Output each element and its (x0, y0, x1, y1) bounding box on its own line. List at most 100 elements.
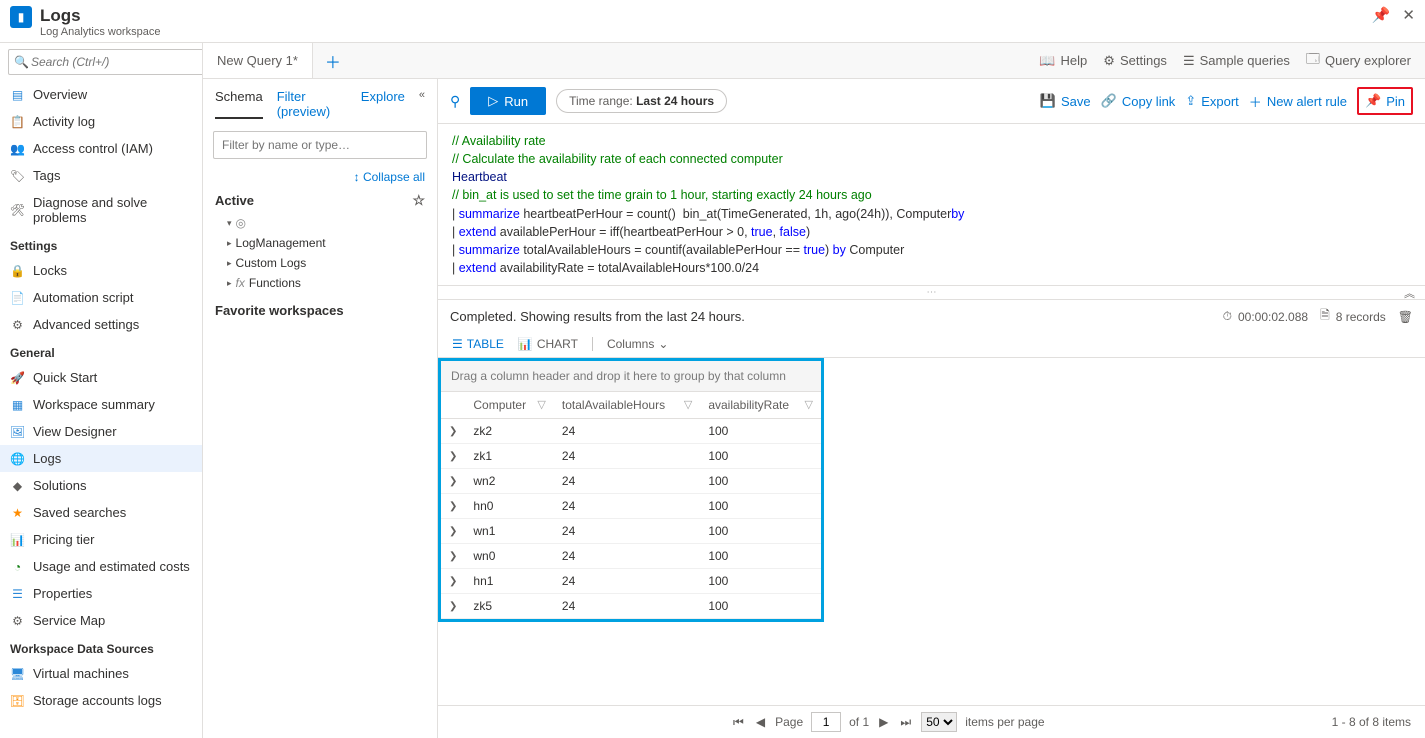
sidebar-item-label: Logs (33, 451, 61, 466)
sidebar-item-logs[interactable]: 🌐Logs (0, 445, 202, 472)
expand-row-icon[interactable]: ❯ (441, 494, 465, 519)
sidebar-item-service[interactable]: ⚙Service Map (0, 607, 202, 634)
schema-tab[interactable]: Schema (215, 89, 263, 119)
sidebar-item-overview[interactable]: ▤Overview (0, 81, 202, 108)
save-button[interactable]: 💾Save (1040, 93, 1091, 109)
sidebar-item-script[interactable]: 📄Automation script (0, 284, 202, 311)
table-row[interactable]: ❯hn024100 (441, 494, 821, 519)
table-row[interactable]: ❯zk224100 (441, 419, 821, 444)
results-separator[interactable]: ⋯︽ (438, 286, 1425, 300)
settings-button[interactable]: ⚙Settings (1103, 53, 1167, 69)
table-row[interactable]: ❯hn124100 (441, 569, 821, 594)
column-header[interactable]: totalAvailableHours▽ (554, 392, 700, 419)
schema-workspace-node[interactable]: ▾ ◎ (203, 213, 437, 233)
new-alert-rule-button[interactable]: ＋New alert rule (1249, 92, 1347, 111)
sidebar-item-lock[interactable]: 🔒Locks (0, 257, 202, 284)
column-header[interactable]: Computer▽ (465, 392, 554, 419)
expand-row-icon[interactable]: ❯ (441, 444, 465, 469)
explore-tab[interactable]: Explore (361, 89, 405, 119)
chart-view-tab[interactable]: 📊CHART (518, 337, 578, 351)
table-row[interactable]: ❯wn224100 (441, 469, 821, 494)
table-cell: 24 (554, 469, 700, 494)
sidebar-item-activity[interactable]: 📋Activity log (0, 108, 202, 135)
expand-row-icon[interactable]: ❯ (441, 469, 465, 494)
sidebar-item-quick[interactable]: 🚀 Quick Start (0, 364, 202, 391)
query-explorer-button[interactable]: 🗔Query explorer (1306, 50, 1411, 72)
table-cell: 100 (700, 569, 821, 594)
database-icon: ◎ (236, 216, 246, 230)
pin-icon: 📌 (1365, 93, 1381, 109)
schema-filter-input[interactable] (213, 131, 427, 159)
column-header[interactable]: availabilityRate▽ (700, 392, 821, 419)
query-editor[interactable]: // Availability rate // Calculate the av… (438, 124, 1425, 286)
filter-icon[interactable]: ▽ (805, 398, 813, 411)
expand-row-icon[interactable]: ❯ (441, 519, 465, 544)
expand-row-icon[interactable]: ❯ (441, 419, 465, 444)
favorite-star-icon[interactable]: ☆ (412, 192, 425, 209)
export-button[interactable]: ⇪Export (1185, 93, 1238, 109)
table-row[interactable]: ❯wn024100 (441, 544, 821, 569)
next-page-button[interactable]: ▶ (877, 715, 890, 729)
query-tab[interactable]: New Query 1* (203, 43, 313, 78)
search-icon: 🔍 (14, 55, 29, 69)
sidebar-item-ws[interactable]: ▦Workspace summary (0, 391, 202, 418)
sidebar-item-vms[interactable]: 🖥Virtual machines (0, 660, 202, 687)
sidebar-item-pricing[interactable]: 📊Pricing tier (0, 526, 202, 553)
table-row[interactable]: ❯zk524100 (441, 594, 821, 619)
collapse-schema-icon[interactable]: « (419, 89, 425, 119)
per-page-select[interactable]: 50 (921, 712, 957, 732)
table-cell: 24 (554, 519, 700, 544)
filter-toggle-icon[interactable]: ⚲ (450, 93, 460, 110)
page-input[interactable] (811, 712, 841, 732)
sidebar-item-saved[interactable]: ★Saved searches (0, 499, 202, 526)
sidebar-item-iam[interactable]: 👥Access control (IAM) (0, 135, 202, 162)
close-icon[interactable]: ✕ (1402, 6, 1415, 24)
schema-node[interactable]: ▸ LogManagement (203, 233, 437, 253)
expand-row-icon[interactable]: ❯ (441, 544, 465, 569)
sidebar-item-label: Diagnose and solve problems (33, 195, 192, 225)
delete-results-icon[interactable]: 🗑 (1398, 310, 1413, 324)
run-button[interactable]: ▷Run (470, 87, 546, 115)
expand-row-icon[interactable]: ❯ (441, 569, 465, 594)
expand-row-icon[interactable]: ❯ (441, 594, 465, 619)
results-header: Completed. Showing results from the last… (438, 300, 1425, 333)
sidebar-item-designer[interactable]: 🖼View Designer (0, 418, 202, 445)
quick-icon: 🚀 (10, 370, 25, 385)
sidebar-item-tags[interactable]: 🏷Tags (0, 162, 202, 189)
table-row[interactable]: ❯wn124100 (441, 519, 821, 544)
add-query-tab-button[interactable]: ＋ (313, 49, 353, 73)
expand-up-icon[interactable]: ︽ (1404, 285, 1415, 301)
sidebar-item-usage[interactable]: ◔Usage and estimated costs (0, 553, 202, 580)
group-by-hint[interactable]: Drag a column header and drop it here to… (441, 361, 821, 392)
schema-active-group[interactable]: Active ☆ (203, 188, 437, 213)
sample-queries-button[interactable]: ☰Sample queries (1183, 53, 1290, 69)
sidebar-item-diagnose[interactable]: 🛠Diagnose and solve problems (0, 189, 202, 231)
sidebar-search-input[interactable] (8, 49, 203, 75)
help-button[interactable]: 📖Help (1039, 53, 1087, 69)
pin-icon[interactable]: 📌 (1372, 6, 1391, 24)
filter-icon[interactable]: ▽ (537, 398, 545, 411)
first-page-button[interactable]: ⏮ (731, 715, 746, 730)
sidebar-item-gear[interactable]: ⚙Advanced settings (0, 311, 202, 338)
table-row[interactable]: ❯zk124100 (441, 444, 821, 469)
last-page-button[interactable]: ⏭ (898, 715, 913, 730)
copy-link-button[interactable]: 🔗Copy link (1101, 93, 1176, 109)
schema-node[interactable]: ▸ Custom Logs (203, 253, 437, 273)
schema-node[interactable]: ▸ fx Functions (203, 273, 437, 293)
prev-page-button[interactable]: ◀ (754, 715, 767, 729)
columns-picker[interactable]: Columns ⌄ (607, 337, 668, 351)
sidebar-item-props[interactable]: ☰Properties (0, 580, 202, 607)
filter-icon[interactable]: ▽ (684, 398, 692, 411)
pin-button[interactable]: 📌Pin (1357, 87, 1413, 115)
sidebar-item-label: Access control (IAM) (33, 141, 153, 156)
sidebar-item-storage[interactable]: 🗄Storage accounts logs (0, 687, 202, 714)
filter-tab[interactable]: Filter (preview) (277, 89, 347, 119)
table-view-tab[interactable]: ☰TABLE (452, 337, 504, 351)
time-range-picker[interactable]: Time range: Last 24 hours (556, 89, 727, 113)
sidebar-item-solutions[interactable]: ◆Solutions (0, 472, 202, 499)
table-cell: 100 (700, 519, 821, 544)
collapse-all-link[interactable]: ↕ Collapse all (354, 170, 425, 184)
table-cell: wn2 (465, 469, 554, 494)
table-cell: zk2 (465, 419, 554, 444)
sidebar-item-label: Quick Start (33, 370, 97, 385)
